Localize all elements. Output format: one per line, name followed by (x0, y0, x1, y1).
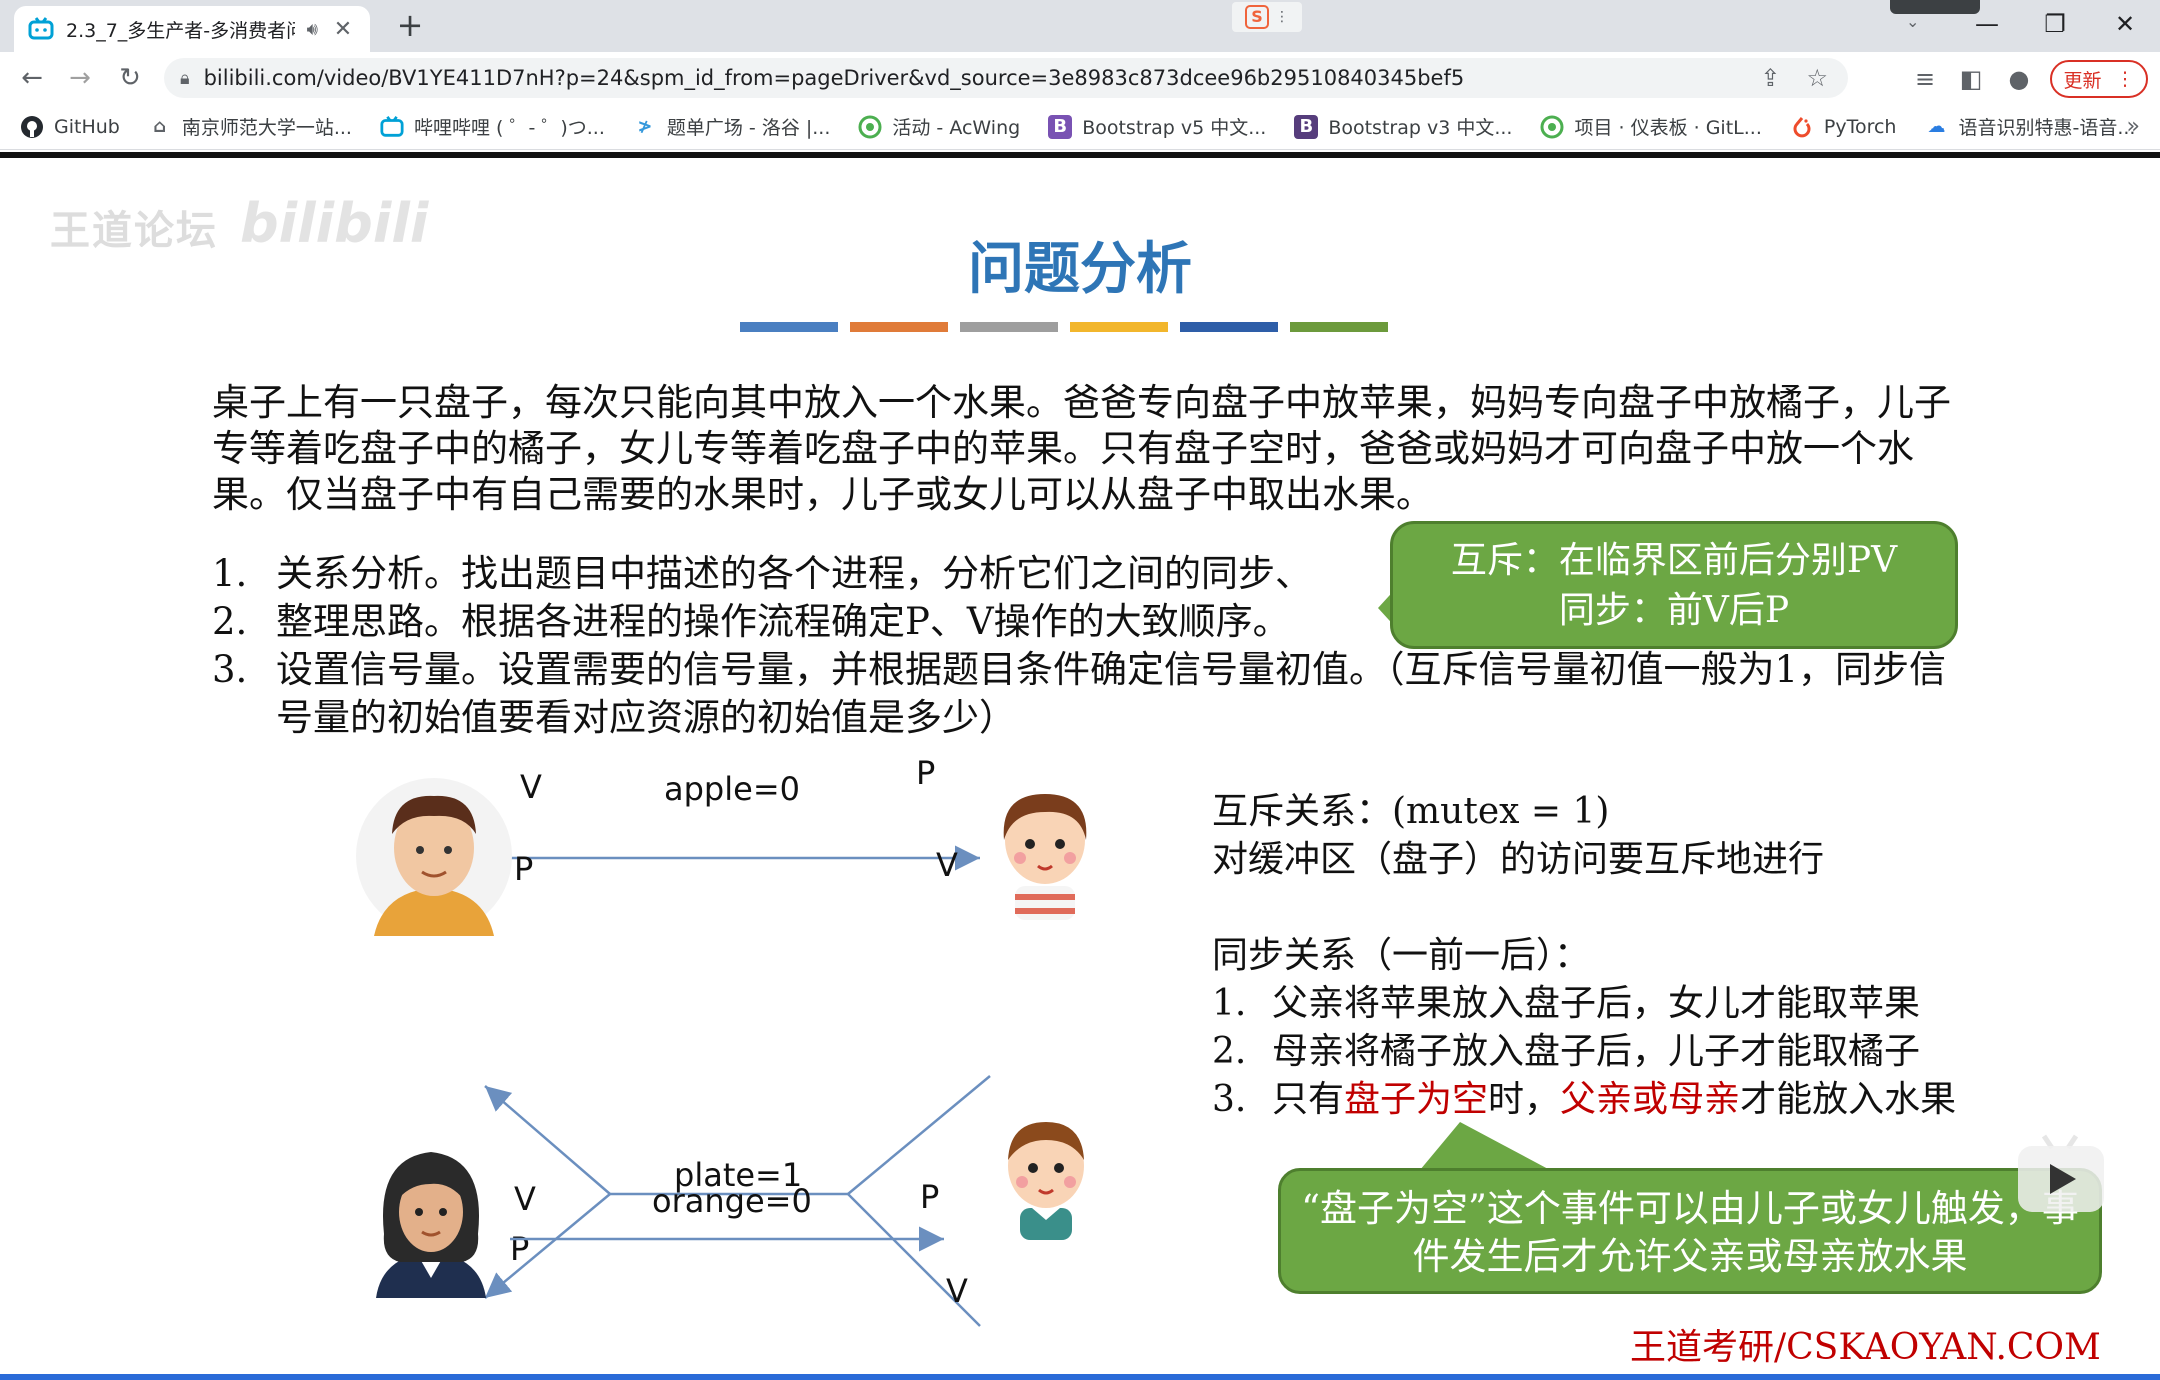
p-label: P (514, 850, 534, 888)
plate-to-father-arrow (484, 1085, 611, 1195)
home-icon: ⌂ (153, 116, 167, 137)
back-button[interactable]: ← (14, 60, 50, 96)
bootstrap-icon: B (1048, 114, 1073, 139)
update-button[interactable]: 更新 ⋮ (2050, 60, 2148, 98)
s-extension-icon: S (1245, 5, 1269, 29)
tab-title: 2.3_7_多生产者-多消费者问题 (66, 19, 295, 42)
browser-toolbar: ← → ↻ 🔒︎ bilibili.com/video/BV1YE411D7nH… (0, 52, 2160, 104)
profile-avatar-icon[interactable]: ● (2002, 62, 2036, 96)
p-label: P (920, 1178, 940, 1216)
v-label: V (520, 768, 542, 806)
bookmark-luogu[interactable]: ≯ 题单广场 - 洛谷 |... (633, 113, 830, 140)
color-bar (1180, 322, 1278, 332)
restore-window-button[interactable]: ❐ (2030, 4, 2080, 44)
callout-tail (1420, 1122, 1550, 1170)
bookmark-bootstrap-v3[interactable]: B Bootstrap v3 中文... (1294, 113, 1512, 140)
color-bar (850, 322, 948, 332)
share-icon[interactable]: ⇪ (1760, 64, 1780, 92)
sync-item: 1. 父亲将苹果放入盘子后，女儿才能取苹果 (1212, 983, 1921, 1024)
tab-strip: 2.3_7_多生产者-多消费者问题 🔊︎ ✕ + S ⋮ ⌄ — ❐ ✕ (0, 0, 2160, 52)
step-item: 3. 设置信号量。设置需要的信号量，并根据题目条件确定信号量初值。（互斥信号量初… (212, 648, 1947, 739)
url-text[interactable]: bilibili.com/video/BV1YE411D7nH?p=24&spm… (204, 66, 1465, 90)
pytorch-icon (1790, 115, 1814, 139)
color-bar (960, 322, 1058, 332)
bilibili-icon (380, 115, 404, 139)
slide: 王道论坛 bilibili 问题分析 桌子上有一只盘子，每次只能向其中放入一个水… (0, 158, 2160, 1380)
side-panel-icon[interactable]: ◧ (1954, 62, 1988, 96)
orange-arrow-row (340, 1296, 1120, 1356)
bookmark-github[interactable]: GitHub (20, 115, 120, 139)
more-menu-icon: ⋮ (2115, 68, 2135, 90)
orange-semaphore-label: orange=0 (652, 1182, 812, 1220)
reading-list-icon[interactable]: ≡ (1908, 62, 1942, 96)
play-button[interactable] (2018, 1146, 2104, 1212)
sync-item: 2. 母亲将橘子放入盘子后，儿子才能取橘子 (1212, 1031, 1921, 1072)
color-bar (1070, 322, 1168, 332)
problem-statement: 桌子上有一只盘子，每次只能向其中放入一个水果。爸爸专向盘子中放苹果，妈妈专向盘子… (212, 381, 1951, 516)
luogu-icon: ≯ (637, 116, 653, 137)
update-label: 更新 (2063, 69, 2102, 92)
apple-semaphore-label: apple=0 (664, 770, 800, 808)
address-bar[interactable]: 🔒︎ bilibili.com/video/BV1YE411D7nH?p=24&… (164, 58, 1848, 98)
p-label: P (916, 754, 936, 792)
bookmark-bootstrap-v5[interactable]: B Bootstrap v5 中文... (1048, 113, 1266, 140)
pv-rule-callout: 互斥：在临界区前后分别PV 同步：前V后P (1390, 521, 1958, 649)
relations-text: 互斥关系：(mutex = 1) 对缓冲区（盘子）的访问要互斥地进行 同步关系（… (1212, 788, 2112, 1124)
highlight-plate-empty: 盘子为空 (1344, 1079, 1489, 1120)
reload-button[interactable]: ↻ (112, 60, 148, 96)
bookmark-acwing[interactable]: 活动 - AcWing (858, 113, 1020, 140)
lock-icon[interactable]: 🔒︎ (180, 68, 190, 89)
play-icon (2050, 1164, 2076, 1194)
new-tab-button[interactable]: + (392, 8, 428, 44)
github-icon (20, 115, 44, 139)
bootstrap-icon: B (1294, 114, 1319, 139)
tab-search-chevron-icon[interactable]: ⌄ (1906, 12, 1919, 31)
extension-floating-widget[interactable]: S ⋮ (1232, 2, 1302, 32)
bookmark-gitlab[interactable]: 项目 · 仪表板 · GitL... (1540, 113, 1762, 140)
plate-empty-callout: “盘子为空”这个事件可以由儿子或女儿触发，事件发生后才允许父亲或母亲放水果 (1278, 1168, 2102, 1294)
title-color-bars (740, 322, 1388, 332)
active-tab[interactable]: 2.3_7_多生产者-多消费者问题 🔊︎ ✕ (14, 6, 370, 52)
close-window-button[interactable]: ✕ (2100, 4, 2150, 44)
minimize-window-button[interactable]: — (1962, 4, 2012, 44)
mutex-title: 互斥关系：(mutex = 1) (1212, 791, 1610, 832)
daughter-to-plate-line (847, 1075, 991, 1195)
forward-button[interactable]: → (62, 60, 98, 96)
bilibili-favicon-icon (28, 16, 54, 42)
sync-item: 3. 只有盘子为空时，父亲或母亲才能放入水果 (1212, 1079, 1957, 1120)
bookmark-njnu[interactable]: ⌂ 南京师范大学一站... (148, 113, 352, 140)
bookmark-bilibili[interactable]: 哔哩哔哩 ( ゜- ゜)つ... (380, 113, 605, 140)
v-label: V (514, 1180, 536, 1218)
bookmark-star-icon[interactable]: ☆ (1806, 64, 1828, 92)
slide-title: 问题分析 (968, 236, 1192, 302)
close-tab-icon[interactable]: ✕ (330, 17, 356, 42)
highlight-father-or-mother: 父亲或母亲 (1560, 1079, 1741, 1120)
v-label: V (936, 846, 958, 884)
orange-arrow (510, 1226, 944, 1252)
bookmark-pytorch[interactable]: PyTorch (1790, 115, 1896, 139)
color-bar (1290, 322, 1388, 332)
mutex-desc: 对缓冲区（盘子）的访问要互斥地进行 (1212, 839, 1825, 880)
bookmark-speech[interactable]: ☁ 语音识别特惠-语音... (1924, 113, 2135, 140)
bookmarks-bar: GitHub ⌂ 南京师范大学一站... 哔哩哔哩 ( ゜- ゜)つ... ≯ … (0, 104, 2160, 150)
cloud-icon: ☁ (1927, 116, 1946, 137)
progress-strip[interactable] (0, 1374, 2160, 1380)
acwing-icon (858, 115, 882, 139)
drag-handle-icon: ⋮ (1275, 9, 1289, 25)
bookmarks-overflow-icon[interactable]: » (2127, 114, 2140, 139)
sync-title: 同步关系（一前一后）： (1212, 935, 1591, 976)
gitlab-icon (1540, 115, 1564, 139)
color-bar (740, 322, 838, 332)
brand-footer: 王道考研/CSKAOYAN.COM (1630, 1327, 2101, 1368)
audio-playing-icon[interactable]: 🔊︎ (307, 19, 318, 40)
